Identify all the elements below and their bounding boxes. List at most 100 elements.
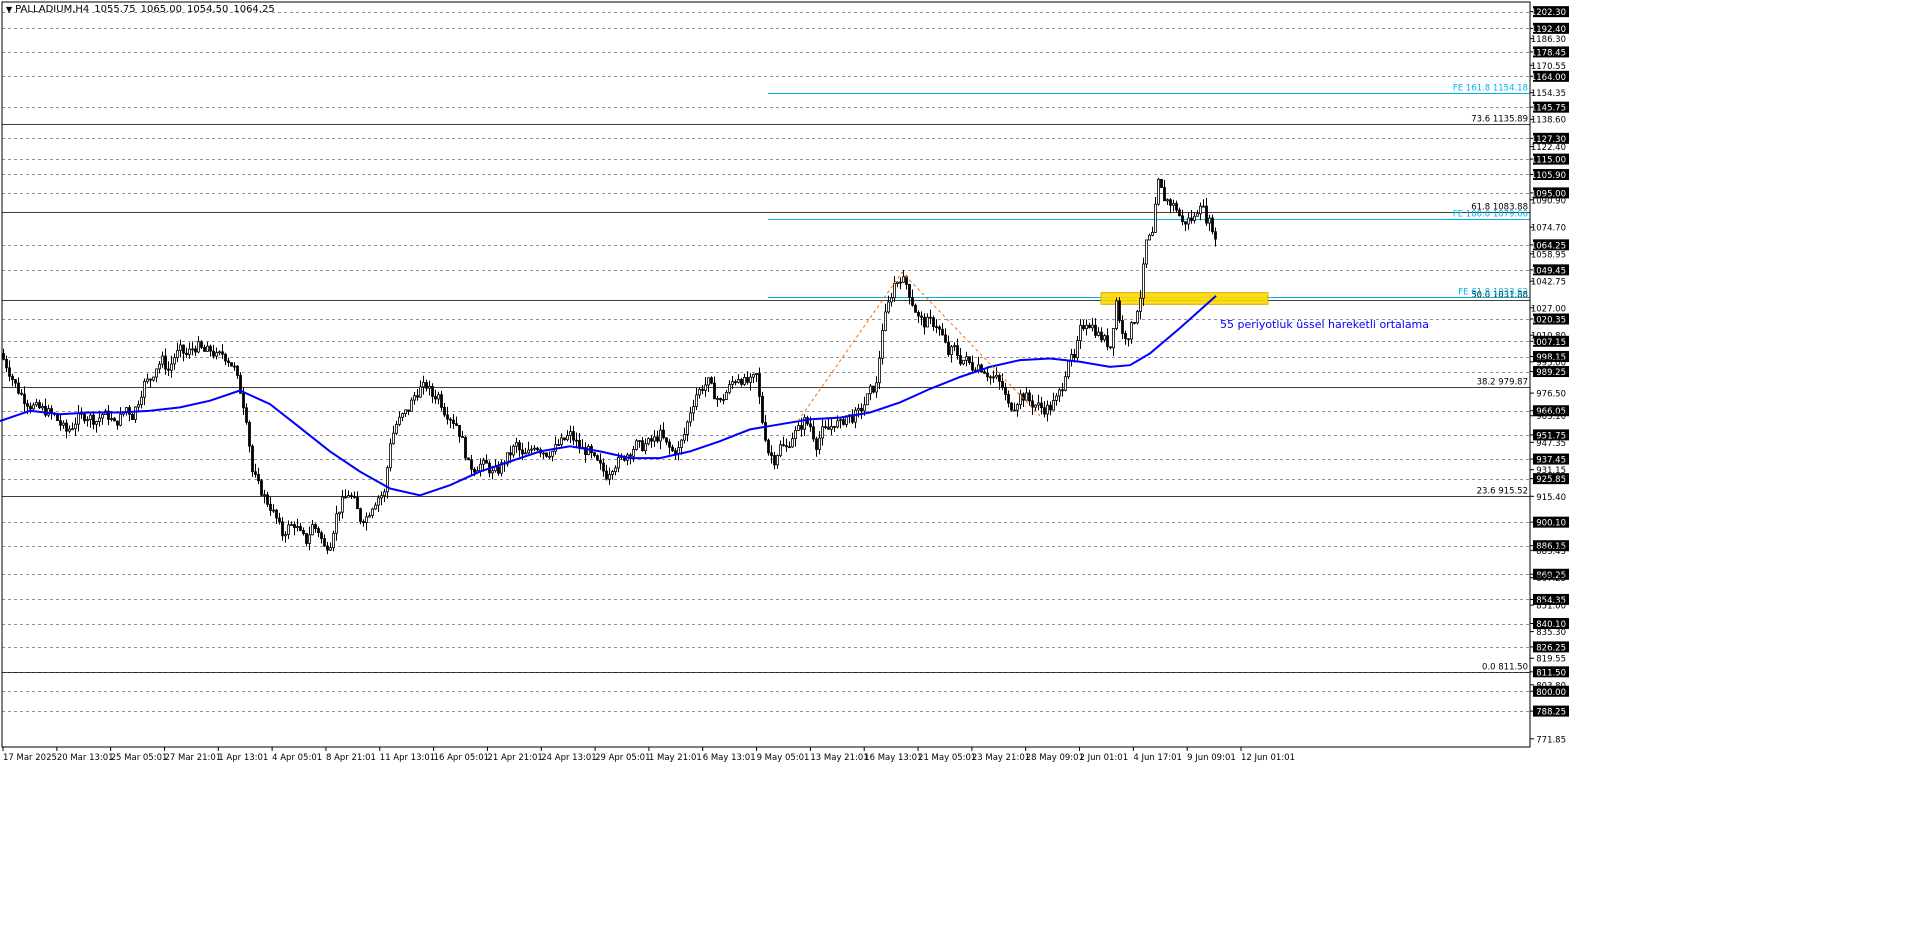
candle-body (563, 437, 566, 441)
x-tick-label: 4 Apr 05:01 (272, 753, 322, 763)
candle-body (20, 392, 23, 395)
candle-body (1082, 324, 1085, 330)
price-chart[interactable]: 73.6 1135.8961.8 1083.8850.0 1031.8838.2… (0, 0, 1916, 936)
candle-body (698, 388, 701, 396)
candle-body (320, 532, 323, 539)
candle-body (1094, 324, 1097, 336)
candle-body (1154, 203, 1157, 233)
candle-body (17, 382, 20, 394)
candle-body (743, 377, 746, 385)
candle-body (491, 470, 494, 474)
candle-body (713, 382, 716, 400)
fibonacci-levels: 73.6 1135.8961.8 1083.8850.0 1031.8838.2… (2, 84, 1530, 673)
price-label: 1178.45 (1531, 48, 1566, 58)
candle-body (821, 426, 824, 439)
price-label: 851.00 (1536, 602, 1566, 612)
candle-body (1199, 205, 1202, 215)
candle-body (167, 368, 170, 371)
candle-body (866, 393, 869, 406)
candle-body (1037, 402, 1040, 406)
candle-body (98, 417, 101, 422)
candle-body (119, 413, 122, 426)
candle-body (344, 496, 347, 499)
candle-body (62, 422, 65, 426)
candle-body (416, 395, 419, 398)
x-tick-label: 21 Apr 21:01 (487, 753, 542, 763)
candle-body (668, 441, 671, 448)
candle-body (257, 474, 260, 482)
price-label: 963.10 (1536, 412, 1566, 422)
candle-body (251, 445, 254, 473)
candle-body (875, 382, 878, 393)
candle-body (629, 454, 632, 457)
candle-body (785, 445, 788, 448)
candle-body (1079, 324, 1082, 342)
candle-body (908, 284, 911, 298)
candle-body (1073, 353, 1076, 359)
candle-body (758, 373, 761, 397)
x-tick-label: 20 Mar 13:01 (57, 753, 114, 763)
candle-body (158, 363, 161, 370)
candle-body (1142, 263, 1145, 299)
candle-body (389, 443, 392, 469)
candle-body (1118, 300, 1121, 321)
candle-body (920, 315, 923, 318)
x-tick-label: 1 May 21:01 (649, 753, 702, 763)
candle-body (557, 444, 560, 446)
candle-body (1007, 394, 1010, 404)
candle-body (1121, 320, 1124, 334)
candle-body (401, 413, 404, 418)
candle-body (1052, 400, 1055, 411)
candle-body (560, 437, 563, 445)
candle-body (290, 524, 293, 526)
candle-body (215, 352, 218, 357)
candle-body (449, 418, 452, 421)
candle-body (1109, 346, 1112, 349)
candle-body (665, 437, 668, 443)
candle-body (566, 435, 569, 441)
price-label: 1105.90 (1531, 171, 1566, 181)
candle-body (641, 440, 644, 452)
candle-body (593, 452, 596, 456)
candle-body (1187, 217, 1190, 225)
candle-body (473, 468, 476, 473)
candle-body (332, 532, 335, 549)
candle-body (116, 420, 119, 426)
price-label: 989.25 (1536, 368, 1566, 378)
candle-body (95, 421, 98, 425)
candle-body (164, 355, 167, 370)
candle-body (767, 439, 770, 454)
candle-body (1064, 376, 1067, 391)
candle-body (917, 311, 920, 317)
candle-body (380, 495, 383, 499)
candle-body (422, 382, 425, 388)
candle-body (1022, 393, 1025, 401)
candle-body (65, 422, 68, 432)
candle-body (59, 420, 62, 426)
candle-body (86, 419, 89, 422)
price-label: 1074.70 (1531, 224, 1566, 234)
candle-body (728, 384, 731, 393)
candle-body (1148, 234, 1151, 241)
candle-body (611, 471, 614, 475)
price-label: 1042.75 (1531, 278, 1566, 288)
candle-body (1103, 335, 1106, 341)
candle-body (953, 345, 956, 348)
candle-body (149, 378, 152, 381)
candle-body (263, 494, 266, 497)
candle-body (1133, 322, 1136, 324)
candle-body (545, 452, 548, 457)
candle-body (842, 419, 845, 425)
candle-body (362, 521, 365, 523)
candle-body (707, 377, 710, 386)
price-label: 937.45 (1536, 456, 1566, 466)
candle-body (203, 346, 206, 352)
candle-body (776, 455, 779, 466)
candle-body (341, 496, 344, 513)
candle-body (287, 524, 290, 535)
candle-body (317, 528, 320, 534)
candle-body (827, 426, 830, 430)
candle-body (983, 371, 986, 374)
candle-body (326, 545, 329, 551)
candle-body (962, 359, 965, 365)
